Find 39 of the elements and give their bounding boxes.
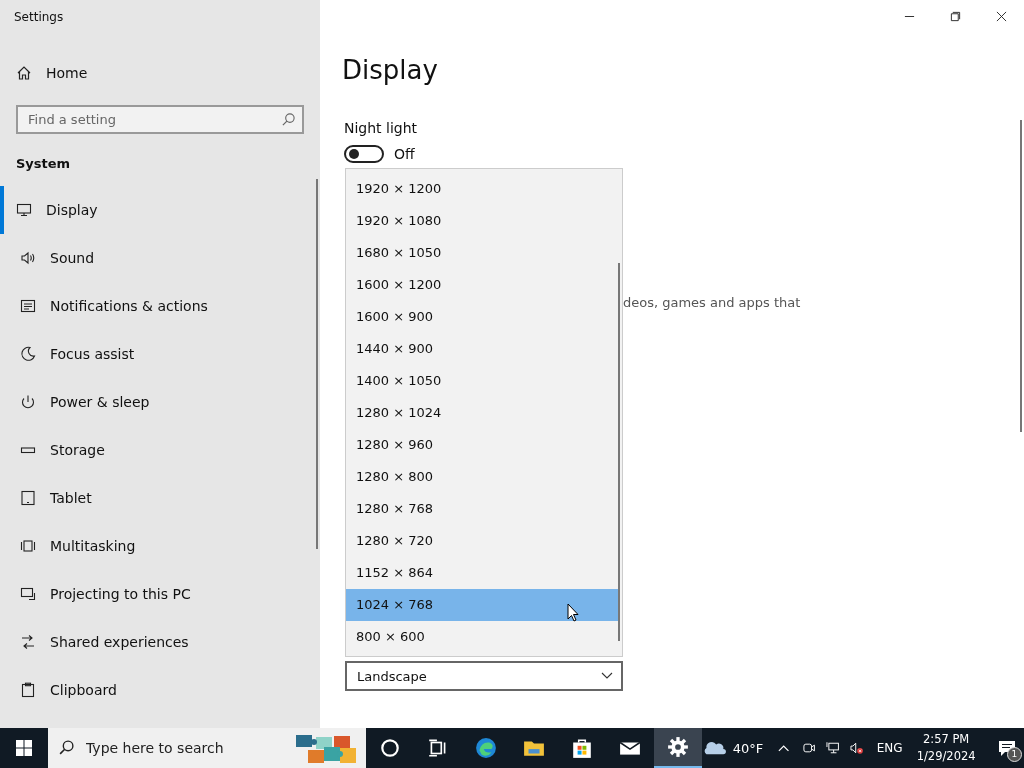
nav-item[interactable]: Projecting to this PC bbox=[0, 570, 320, 618]
resolution-option[interactable]: 1440 × 900 bbox=[346, 333, 619, 365]
search-field[interactable]: Find a setting bbox=[16, 105, 304, 134]
resolution-option[interactable]: 1680 × 1050 bbox=[346, 237, 619, 269]
resolution-option[interactable]: 1280 × 1024 bbox=[346, 397, 619, 429]
language-indicator[interactable]: ENG bbox=[876, 741, 903, 755]
resolution-option[interactable]: 1400 × 1050 bbox=[346, 365, 619, 397]
resolution-option[interactable]: 1152 × 864 bbox=[346, 557, 619, 589]
resolution-option[interactable]: 1280 × 720 bbox=[346, 525, 619, 557]
nav-item[interactable]: Storage bbox=[0, 426, 320, 474]
nav-item[interactable]: Focus assist bbox=[0, 330, 320, 378]
nav-item[interactable]: Multitasking bbox=[0, 522, 320, 570]
resolution-option[interactable]: 1280 × 960 bbox=[346, 429, 619, 461]
weather-temperature[interactable]: 40°F bbox=[732, 740, 764, 756]
nav-item[interactable]: Shared experiences bbox=[0, 618, 320, 666]
toggle-state: Off bbox=[394, 146, 415, 162]
nav-item[interactable]: Notifications & actions bbox=[0, 282, 320, 330]
window-title: Settings bbox=[13, 9, 65, 26]
resolution-option[interactable]: 1280 × 768 bbox=[346, 493, 619, 525]
nav-item[interactable]: Tablet bbox=[0, 474, 320, 522]
resolution-option[interactable]: 1024 × 768 bbox=[346, 589, 619, 621]
home-link[interactable]: Home bbox=[16, 62, 320, 84]
notification-badge: 1 bbox=[1006, 747, 1022, 762]
nav-item[interactable]: Sound bbox=[0, 234, 320, 282]
resolution-option[interactable]: 1920 × 1200 bbox=[346, 173, 619, 205]
section-heading: System bbox=[16, 156, 72, 173]
resolution-option[interactable]: 1600 × 1200 bbox=[346, 269, 619, 301]
nav-item[interactable]: Clipboard bbox=[0, 666, 320, 714]
orientation-dropdown[interactable]: Landscape bbox=[345, 661, 623, 691]
setting-label: Night light bbox=[344, 120, 419, 136]
clock[interactable]: 2:57 PM 1/29/2024 bbox=[916, 731, 976, 765]
resolution-option[interactable]: 1600 × 900 bbox=[346, 301, 619, 333]
nav-item[interactable]: Power & sleep bbox=[0, 378, 320, 426]
resolution-option[interactable]: 800 × 600 bbox=[346, 621, 619, 653]
resolution-option[interactable]: 1920 × 1080 bbox=[346, 205, 619, 237]
page-title: Display bbox=[342, 54, 439, 86]
notifications-button[interactable]: 1 bbox=[989, 728, 1024, 768]
resolution-option[interactable]: 1280 × 800 bbox=[346, 461, 619, 493]
description-text: deos, games and apps that bbox=[623, 295, 801, 310]
